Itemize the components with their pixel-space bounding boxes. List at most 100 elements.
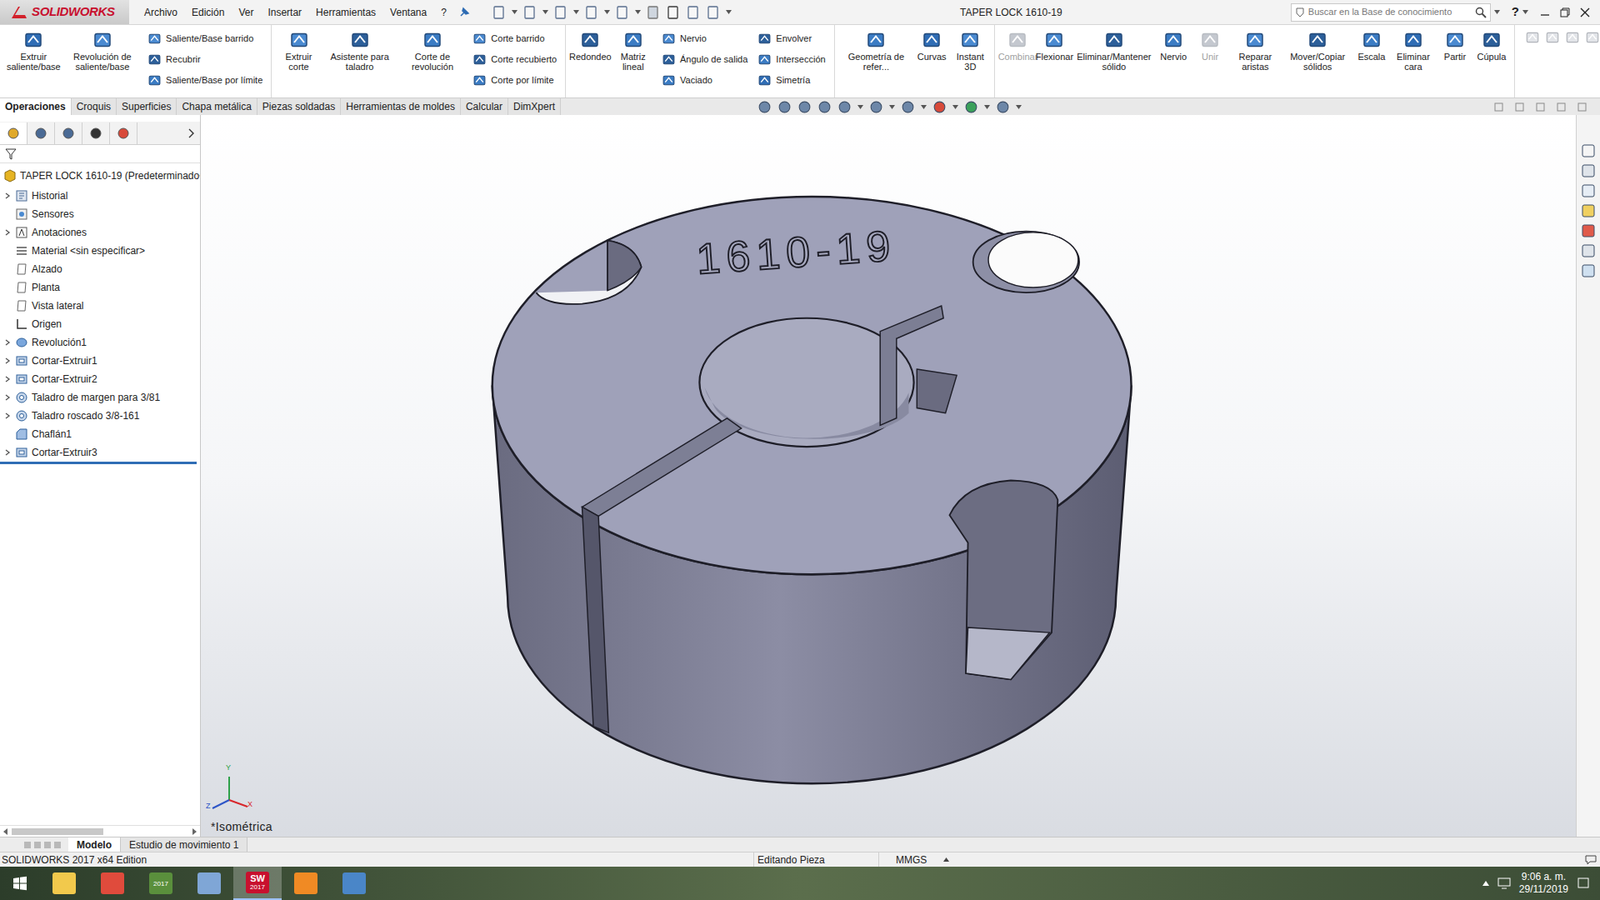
home-icon[interactable] [1580, 143, 1596, 159]
ribbon-button[interactable]: Escala [1354, 30, 1390, 62]
search-icon[interactable] [1475, 6, 1487, 19]
rebuild-icon[interactable] [665, 5, 681, 20]
minimize-icon[interactable] [1540, 7, 1550, 18]
ribbon-small-button[interactable]: Envolver [757, 30, 825, 48]
tree-item[interactable]: Historial [0, 188, 200, 204]
dropdown-icon[interactable] [511, 10, 518, 15]
ribbon-small-button[interactable]: Nervio [661, 30, 748, 48]
tile-left-icon[interactable] [1494, 102, 1504, 112]
scene-icon[interactable] [964, 100, 979, 115]
ribbon-small-button[interactable]: Intersección [757, 50, 825, 69]
tree-root[interactable]: TAPER LOCK 1610-19 (Predeterminado< [0, 166, 200, 185]
ribbon-small-button[interactable]: Saliente/Base por límite [147, 71, 263, 90]
expand-arrow-icon[interactable] [3, 338, 12, 347]
custom-properties-icon[interactable] [1580, 243, 1596, 259]
close-icon[interactable] [1580, 7, 1590, 18]
command-tab[interactable]: Chapa metálica [176, 98, 257, 115]
ribbon-button[interactable]: Cúpula [1474, 30, 1510, 62]
tree-item[interactable]: Revolución1 [0, 335, 200, 350]
feature-manager-icon[interactable] [0, 122, 28, 145]
tree-item[interactable]: Taladro de margen para 3/81 [0, 390, 200, 405]
ribbon-button[interactable]: Redondeo [570, 30, 610, 62]
select-icon[interactable] [645, 5, 661, 20]
show-hidden-icon[interactable] [1482, 880, 1490, 886]
expand-arrow-icon[interactable] [3, 356, 12, 365]
ribbon-button[interactable]: Corte de revolución [399, 30, 467, 72]
view-icon[interactable] [1525, 30, 1540, 45]
tree-item[interactable]: Cortar-Extruir1 [0, 353, 200, 369]
hide-show-icon[interactable] [900, 100, 915, 115]
menu-item[interactable]: ? [440, 5, 447, 20]
dropdown-icon[interactable] [635, 10, 641, 15]
dropdown-icon[interactable] [1015, 105, 1022, 110]
ribbon-button[interactable]: Matriz lineal [610, 30, 655, 72]
windows-start-icon[interactable] [0, 866, 40, 900]
notifications-icon[interactable] [1576, 876, 1590, 890]
command-tab[interactable]: Croquis [71, 98, 117, 115]
taskbar-app[interactable] [185, 866, 234, 900]
last-icon[interactable] [53, 840, 62, 850]
expand-arrow-icon[interactable] [3, 411, 12, 420]
taskbar-app[interactable] [281, 866, 330, 900]
ribbon-button[interactable]: Reparar aristas [1229, 30, 1281, 72]
section-icon[interactable] [1545, 30, 1560, 45]
horizontal-scrollbar[interactable] [0, 825, 200, 837]
command-tab[interactable]: Superficies [116, 98, 177, 115]
filter-icon[interactable] [5, 148, 17, 160]
taskbar-app[interactable] [330, 866, 379, 900]
file-properties-icon[interactable] [685, 5, 701, 20]
units-up-icon[interactable] [943, 857, 950, 862]
ribbon-button[interactable]: Nervio [1155, 30, 1191, 62]
tree-item[interactable]: Sensores [0, 206, 200, 222]
dropdown-icon[interactable] [920, 105, 927, 110]
first-icon[interactable] [23, 840, 32, 850]
ribbon-button[interactable]: Flexionar [1036, 30, 1072, 62]
part-model[interactable]: 1610-19 [200, 115, 1576, 837]
dropdown-icon[interactable] [542, 10, 549, 15]
previous-view-icon[interactable] [797, 100, 812, 115]
search-box[interactable] [1290, 3, 1491, 22]
ribbon-small-button[interactable]: Recubrir [147, 50, 263, 69]
dropdown-icon[interactable] [857, 105, 864, 110]
section-view-icon[interactable] [817, 100, 832, 115]
network-icon[interactable] [1497, 877, 1511, 890]
taskbar-app[interactable] [88, 866, 137, 900]
tree-item[interactable]: Anotaciones [0, 225, 200, 240]
help-button[interactable]: ? [1511, 2, 1520, 22]
dropdown-icon[interactable] [1522, 10, 1529, 15]
file-explorer-icon[interactable] [1580, 203, 1596, 219]
tree-item[interactable]: Cortar-Extruir2 [0, 371, 200, 387]
property-manager-icon[interactable] [27, 122, 55, 145]
ribbon-button[interactable]: Eliminar/Mantener sólido [1073, 30, 1155, 72]
ribbon-button[interactable]: Geometría de refer... [840, 30, 914, 72]
display-style-icon[interactable] [869, 100, 884, 115]
dropdown-icon[interactable] [984, 105, 990, 110]
dropdown-icon[interactable] [952, 105, 959, 110]
menu-item[interactable]: Edición [191, 5, 225, 20]
minimize-icon[interactable] [1535, 102, 1545, 112]
tree-item[interactable]: Chaflán1 [0, 426, 200, 442]
close-icon[interactable] [1577, 102, 1587, 112]
dropdown-icon[interactable] [573, 10, 580, 15]
ribbon-small-button[interactable]: Vaciado [661, 71, 748, 90]
command-tab[interactable]: Calcular [460, 98, 509, 115]
ribbon-button[interactable]: Partir [1437, 30, 1473, 62]
ribbon-button[interactable]: Curvas [914, 30, 950, 62]
forum-icon[interactable] [1580, 263, 1596, 279]
clock[interactable]: 9:06 a. m.29/11/2019 [1519, 870, 1569, 896]
undo-icon[interactable] [615, 5, 630, 20]
previous-icon[interactable] [33, 840, 42, 850]
ribbon-small-button[interactable]: Ángulo de salida [661, 50, 748, 69]
save-icon[interactable] [553, 5, 569, 20]
restore-icon[interactable] [1556, 102, 1566, 112]
dimxpert-icon[interactable] [82, 122, 110, 145]
graphics-area[interactable]: 1610-19YXZ*Isométrica [200, 115, 1576, 837]
menu-item[interactable]: Archivo [144, 5, 178, 20]
open-icon[interactable] [522, 5, 538, 20]
display-icon[interactable] [1565, 30, 1580, 45]
resources-icon[interactable] [1580, 163, 1596, 179]
dropdown-icon[interactable] [889, 105, 895, 110]
configuration-manager-icon[interactable] [55, 122, 83, 145]
ribbon-button[interactable]: Mover/Copiar sólidos [1283, 30, 1353, 72]
next-icon[interactable] [43, 840, 52, 850]
